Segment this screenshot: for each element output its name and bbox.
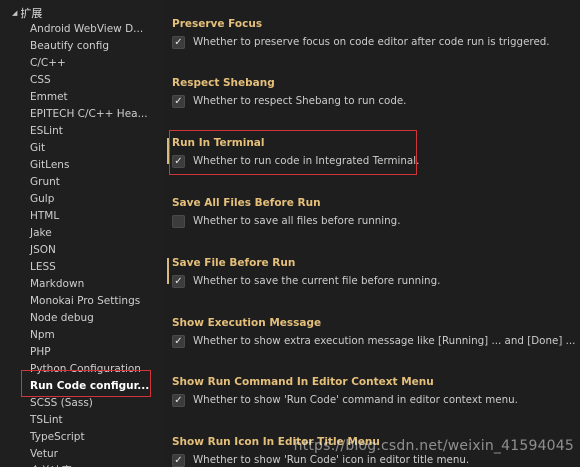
setting-checkbox[interactable]: ✓ [172, 453, 185, 467]
sidebar-item[interactable]: LESS [0, 259, 162, 276]
setting-row: ✓ Whether to save the current file before… [172, 274, 572, 288]
setting-title: Save File Before Run [172, 257, 296, 269]
chevron-down-icon: ◢ [12, 8, 18, 17]
setting-checkbox[interactable]: ✓ [172, 393, 185, 407]
setting-item: Show Run Command In Editor Context Menu ✓… [172, 375, 572, 407]
sidebar-item[interactable]: Jake [0, 225, 162, 242]
setting-description: Whether to save all files before running… [193, 215, 401, 227]
check-icon: ✓ [174, 335, 183, 347]
highlight-box-run-in-terminal [169, 130, 417, 175]
setting-checkbox[interactable] [172, 214, 185, 228]
setting-row: ✓ Whether to show extra execution message… [172, 334, 576, 348]
setting-checkbox[interactable]: ✓ [172, 35, 185, 49]
check-icon: ✓ [174, 454, 183, 466]
setting-checkbox[interactable]: ✓ [172, 334, 185, 348]
watermark: https://blog.csdn.net/weixin_41594045 [293, 438, 574, 454]
setting-row: ✓ Whether to show 'Run Code' icon in edit… [172, 453, 572, 467]
setting-row: ✓ Whether to respect Shebang to run code. [172, 94, 572, 108]
sidebar-item[interactable]: 合并冲突 [0, 463, 162, 467]
check-icon: ✓ [174, 36, 183, 48]
setting-description: Whether to show 'Run Code' command in ed… [193, 394, 518, 406]
extensions-section-header[interactable]: ◢ 扩展 [0, 4, 42, 21]
check-icon: ✓ [174, 394, 183, 406]
sidebar-item[interactable]: Markdown [0, 276, 162, 293]
section-label: 扩展 [20, 6, 43, 20]
setting-description: Whether to show extra execution message … [193, 335, 576, 347]
sidebar-item[interactable]: TypeScript [0, 429, 162, 446]
sidebar-item[interactable]: ESLint [0, 123, 162, 140]
sidebar-item[interactable]: Vetur [0, 446, 162, 463]
sidebar-item[interactable]: Node debug [0, 310, 162, 327]
sidebar-item[interactable]: TSLint [0, 412, 162, 429]
setting-description: Whether to save the current file before … [193, 275, 441, 287]
sidebar-item[interactable]: CSS [0, 72, 162, 89]
setting-title: Respect Shebang [172, 77, 275, 89]
setting-row: ✓ Whether to show 'Run Code' command in e… [172, 393, 572, 407]
sidebar-item[interactable]: Git [0, 140, 162, 157]
extension-settings-list: Android WebView D... Beautify config C/C++… [0, 21, 162, 467]
setting-title: Preserve Focus [172, 18, 263, 30]
setting-item: Save File Before Run ✓ Whether to save the… [167, 256, 572, 288]
settings-tree: ◢ 扩展 Android WebView D... Beautify config… [0, 0, 162, 467]
setting-item: Save All Files Before Run Whether to save… [172, 196, 572, 228]
setting-checkbox[interactable]: ✓ [172, 274, 185, 288]
sidebar-item[interactable]: Gulp [0, 191, 162, 208]
setting-title: Save All Files Before Run [172, 197, 321, 209]
sidebar-item[interactable]: JSON [0, 242, 162, 259]
highlight-box-run-code [21, 370, 151, 397]
sidebar-item[interactable]: Emmet [0, 89, 162, 106]
setting-item: Respect Shebang ✓ Whether to respect Sheba… [172, 76, 572, 108]
setting-description: Whether to show 'Run Code' icon in edito… [193, 454, 470, 466]
sidebar-item[interactable]: Grunt [0, 174, 162, 191]
setting-item: Show Execution Message ✓ Whether to show e… [172, 316, 576, 348]
sidebar-item[interactable]: GitLens [0, 157, 162, 174]
setting-description: Whether to respect Shebang to run code. [193, 95, 407, 107]
setting-item: Preserve Focus ✓ Whether to preserve focus… [172, 17, 572, 49]
setting-row: Whether to save all files before running… [172, 214, 572, 228]
settings-pane: Preserve Focus ✓ Whether to preserve focus… [162, 0, 580, 467]
setting-description: Whether to preserve focus on code editor… [193, 36, 550, 48]
sidebar-item[interactable]: Beautify config [0, 38, 162, 55]
sidebar-item[interactable]: Android WebView D... [0, 21, 162, 38]
setting-row: ✓ Whether to preserve focus on code edito… [172, 35, 572, 49]
sidebar-item[interactable]: PHP [0, 344, 162, 361]
setting-checkbox[interactable]: ✓ [172, 94, 185, 108]
sidebar-item[interactable]: Npm [0, 327, 162, 344]
sidebar-item[interactable]: HTML [0, 208, 162, 225]
setting-title: Show Run Command In Editor Context Menu [172, 376, 434, 388]
sidebar-item[interactable]: C/C++ [0, 55, 162, 72]
check-icon: ✓ [174, 95, 183, 107]
check-icon: ✓ [174, 275, 183, 287]
sidebar-item[interactable]: SCSS (Sass) [0, 395, 162, 412]
setting-title: Show Execution Message [172, 317, 322, 329]
sidebar-item[interactable]: EPITECH C/C++ Hea... [0, 106, 162, 123]
sidebar-item[interactable]: Monokai Pro Settings [0, 293, 162, 310]
